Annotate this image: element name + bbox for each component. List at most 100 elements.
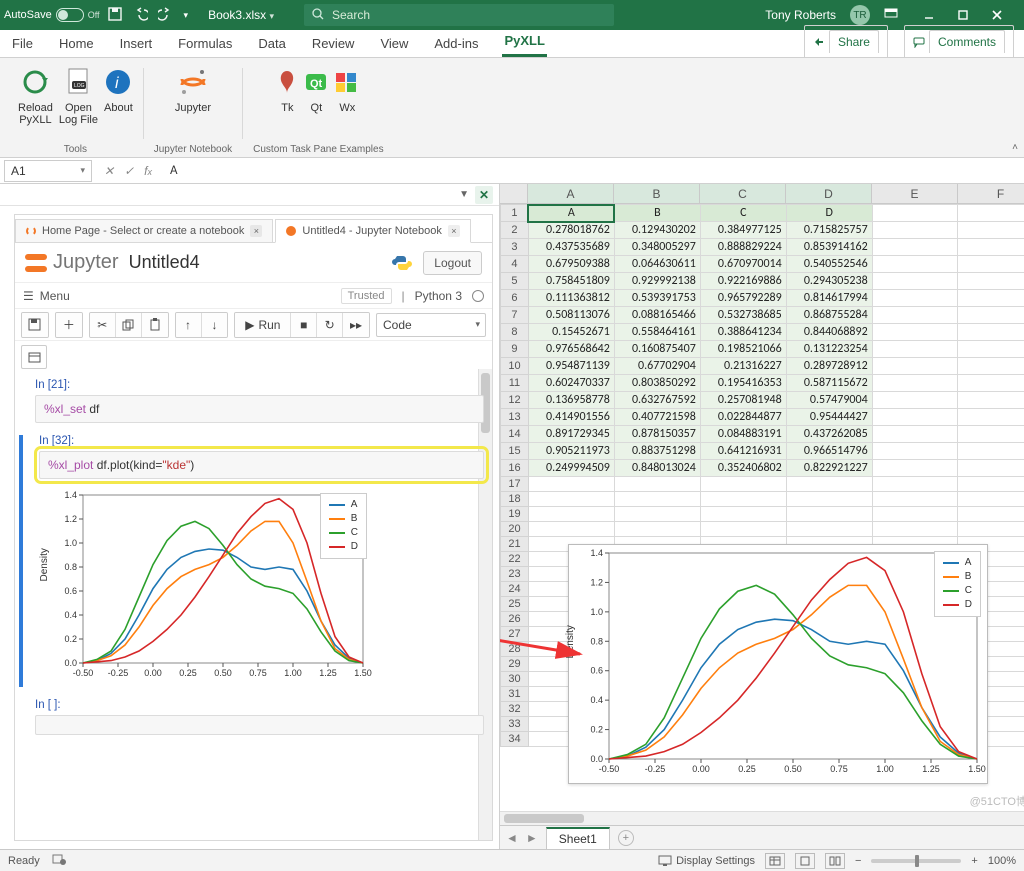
grid-cell[interactable]: 0.278018762 <box>528 222 614 239</box>
grid-cell[interactable] <box>614 477 700 492</box>
grid-cell[interactable]: 0.57479004 <box>786 392 872 409</box>
row-header[interactable]: 33 <box>501 717 529 732</box>
tab-home[interactable]: Home <box>57 32 96 57</box>
grid-cell[interactable]: 0.758451809 <box>528 273 614 290</box>
row-header[interactable]: 12 <box>501 392 529 409</box>
notebook-area[interactable]: In [21]: %xl_set df In [32]: %xl_plot df… <box>15 369 492 840</box>
run-cell-button[interactable]: ▶ Run <box>235 313 291 337</box>
grid-cell[interactable] <box>958 290 1024 307</box>
zoom-in-button[interactable]: + <box>971 855 977 867</box>
grid-cell[interactable]: B <box>614 205 700 222</box>
grid-cell[interactable] <box>614 492 700 507</box>
grid-cell[interactable] <box>528 477 614 492</box>
grid-cell[interactable] <box>872 256 958 273</box>
ribbon-display-icon[interactable] <box>884 8 898 23</box>
grid-cell[interactable]: 0.198521066 <box>700 341 786 358</box>
cut-cell-button[interactable]: ✂ <box>90 313 116 337</box>
grid-cell[interactable]: 0.348005297 <box>614 239 700 256</box>
grid-cell[interactable]: 0.532738685 <box>700 307 786 324</box>
grid-cell[interactable]: 0.715825757 <box>786 222 872 239</box>
tab-close-icon[interactable]: × <box>250 225 262 237</box>
pane-menu-icon[interactable]: ▼ <box>459 189 469 200</box>
row-header[interactable]: 31 <box>501 687 529 702</box>
grid-cell[interactable]: 0.878150357 <box>614 426 700 443</box>
col-header-d[interactable]: D <box>786 184 872 203</box>
row-header[interactable]: 11 <box>501 375 529 392</box>
accept-formula-icon[interactable]: ✓ <box>124 164 134 178</box>
grid-cell[interactable] <box>958 358 1024 375</box>
code-cell-blank[interactable]: In [ ]: <box>19 699 484 735</box>
switch-off-icon[interactable] <box>56 8 84 22</box>
row-header[interactable]: 25 <box>501 597 529 612</box>
notebook-title[interactable]: Untitled4 <box>129 252 200 273</box>
grid-cell[interactable] <box>872 273 958 290</box>
grid-cell[interactable] <box>872 392 958 409</box>
grid-cell[interactable] <box>958 426 1024 443</box>
row-header[interactable]: 15 <box>501 443 529 460</box>
grid-cell[interactable]: 0.084883191 <box>700 426 786 443</box>
col-header-e[interactable]: E <box>872 184 958 203</box>
grid-cell[interactable]: 0.641216931 <box>700 443 786 460</box>
grid-cell[interactable]: 0.15452671 <box>528 324 614 341</box>
autosave-toggle[interactable]: AutoSave Off <box>4 8 100 22</box>
collapse-ribbon-icon[interactable]: ˄ <box>1012 142 1018 153</box>
cancel-formula-icon[interactable]: ✕ <box>104 164 114 178</box>
grid-cell[interactable] <box>786 522 872 537</box>
row-header[interactable]: 20 <box>501 522 529 537</box>
interrupt-button[interactable]: ■ <box>291 313 317 337</box>
grid-cell[interactable]: 0.407721598 <box>614 409 700 426</box>
row-header[interactable]: 3 <box>501 239 529 256</box>
row-header[interactable]: 27 <box>501 627 529 642</box>
row-header[interactable]: 8 <box>501 324 529 341</box>
sheet-nav-prev[interactable]: ◄ <box>506 831 518 845</box>
grid-cell[interactable]: 0.966514796 <box>786 443 872 460</box>
grid-cell[interactable]: 0.388641234 <box>700 324 786 341</box>
grid-cell[interactable]: 0.803850292 <box>614 375 700 392</box>
grid-cell[interactable]: 0.414901556 <box>528 409 614 426</box>
copy-cell-button[interactable] <box>116 313 142 337</box>
tab-file[interactable]: File <box>10 32 35 57</box>
row-header[interactable]: 17 <box>501 477 529 492</box>
tab-addins[interactable]: Add-ins <box>432 32 480 57</box>
grid-cell[interactable]: 0.195416353 <box>700 375 786 392</box>
grid-cell[interactable] <box>958 443 1024 460</box>
grid-cell[interactable]: 0.679509388 <box>528 256 614 273</box>
row-header[interactable]: 1 <box>501 205 529 222</box>
command-palette-button[interactable] <box>21 345 47 369</box>
user-name[interactable]: Tony Roberts <box>765 8 836 22</box>
logout-button[interactable]: Logout <box>423 251 482 275</box>
move-down-button[interactable]: ↓ <box>202 313 228 337</box>
grid-cell[interactable]: 0.289728912 <box>786 358 872 375</box>
tk-button[interactable]: Tk <box>276 64 298 114</box>
grid-cell[interactable]: 0.587115672 <box>786 375 872 392</box>
grid[interactable]: 1ABCD20.2780187620.1294302020.3849771250… <box>500 204 1024 825</box>
grid-cell[interactable]: 0.891729345 <box>528 426 614 443</box>
grid-cell[interactable]: 0.67702904 <box>614 358 700 375</box>
grid-cell[interactable] <box>700 522 786 537</box>
grid-cell[interactable] <box>614 522 700 537</box>
display-settings[interactable]: Display Settings <box>658 855 755 867</box>
row-header[interactable]: 2 <box>501 222 529 239</box>
row-header[interactable]: 28 <box>501 642 529 657</box>
grid-cell[interactable] <box>872 375 958 392</box>
row-header[interactable]: 14 <box>501 426 529 443</box>
row-header[interactable]: 19 <box>501 507 529 522</box>
grid-cell[interactable]: 0.954871139 <box>528 358 614 375</box>
kernel-name[interactable]: Python 3 <box>415 289 462 303</box>
grid-cell[interactable] <box>958 392 1024 409</box>
grid-cell[interactable]: 0.976568642 <box>528 341 614 358</box>
grid-cell[interactable] <box>786 507 872 522</box>
page-break-button[interactable] <box>825 853 845 869</box>
row-header[interactable]: 10 <box>501 358 529 375</box>
name-box[interactable]: A1▾ <box>4 160 92 182</box>
undo-icon[interactable] <box>132 7 148 24</box>
grid-cell[interactable] <box>872 522 958 537</box>
grid-cell[interactable] <box>872 307 958 324</box>
row-header[interactable]: 18 <box>501 492 529 507</box>
row-header[interactable]: 4 <box>501 256 529 273</box>
wx-button[interactable]: Wx <box>334 64 360 114</box>
col-header-a[interactable]: A <box>528 184 614 203</box>
grid-cell[interactable] <box>958 507 1024 522</box>
row-header[interactable]: 34 <box>501 732 529 747</box>
row-header[interactable]: 24 <box>501 582 529 597</box>
